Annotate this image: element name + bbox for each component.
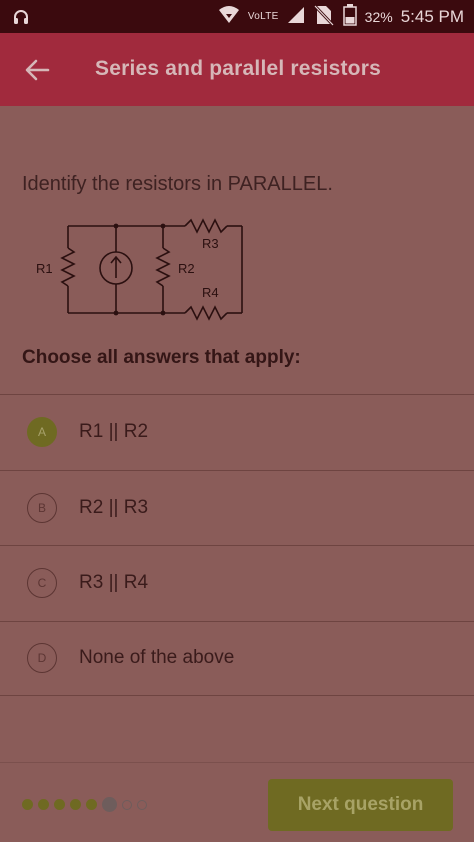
option-label: None of the above (79, 647, 235, 669)
progress-dot (70, 799, 81, 810)
status-bar: VoLTE 32% 5:45 PM (0, 0, 474, 33)
progress-dot (122, 799, 132, 810)
r3-resistor (184, 218, 228, 234)
arrow-left-icon (25, 59, 50, 81)
progress-dot (102, 797, 117, 812)
option-a[interactable]: A R1 || R2 (0, 394, 474, 470)
next-question-button[interactable]: Next question (268, 779, 453, 831)
option-letter-badge: C (27, 568, 57, 599)
circuit-diagram: R1 R2 R3 R4 (36, 218, 243, 321)
option-label: R3 || R4 (79, 572, 149, 594)
progress-dot (54, 799, 65, 810)
answer-options: A R1 || R2 B R2 || R3 C R3 || R4 D None … (0, 394, 474, 696)
no-sim-icon (313, 4, 335, 30)
option-letter-badge: D (27, 643, 57, 674)
r4-label: R4 (202, 285, 219, 300)
clock: 5:45 PM (400, 6, 464, 26)
headset-icon (12, 8, 30, 30)
option-d[interactable]: D None of the above (0, 620, 474, 696)
battery-percent: 32% (364, 8, 393, 25)
progress-dots (22, 797, 147, 812)
r1-resistor (60, 247, 76, 287)
option-letter-badge: A (27, 417, 57, 448)
signal-icon (287, 6, 305, 28)
wifi-icon (218, 5, 240, 28)
battery-icon (342, 3, 357, 30)
r4-resistor (184, 305, 228, 321)
progress-dot (137, 799, 147, 810)
r1-label: R1 (36, 261, 53, 276)
r3-label: R3 (202, 236, 219, 251)
progress-dot (38, 799, 49, 810)
footer: Next question (0, 762, 474, 842)
option-label: R2 || R3 (79, 496, 149, 518)
instruction-text: Choose all answers that apply: (22, 347, 301, 368)
app-bar: Series and parallel resistors (0, 33, 474, 106)
option-letter-badge: B (27, 492, 57, 523)
back-button[interactable] (22, 55, 52, 85)
r2-resistor (155, 247, 171, 287)
network-type-label: VoLTE (247, 11, 279, 22)
page-title: Series and parallel resistors (95, 57, 381, 80)
progress-dot (86, 799, 97, 810)
r2-label: R2 (178, 261, 195, 276)
option-b[interactable]: B R2 || R3 (0, 469, 474, 546)
progress-dot (22, 799, 33, 810)
option-label: R1 || R2 (79, 421, 149, 443)
question-text: Identify the resistors in PARALLEL. (22, 173, 333, 195)
option-c[interactable]: C R3 || R4 (0, 545, 474, 621)
